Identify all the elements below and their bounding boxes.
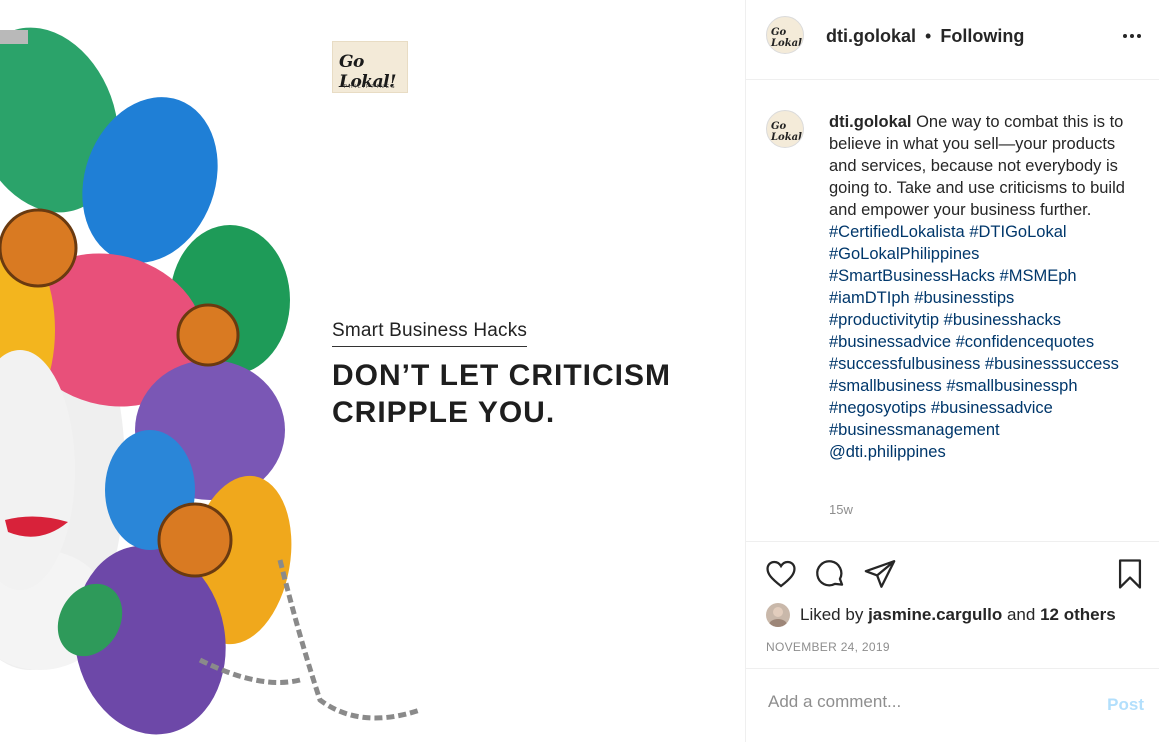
hashtag-link[interactable]: #productivitytip #businesshacks xyxy=(829,311,1061,329)
bookmark-icon[interactable] xyxy=(1113,557,1147,596)
liker-username-link[interactable]: jasmine.cargullo xyxy=(868,605,1002,624)
more-options-icon[interactable] xyxy=(1120,26,1144,46)
logo-subtext: PHILIPPINES xyxy=(343,84,397,90)
hashtag-line: @dti.philippines xyxy=(829,441,1129,463)
liked-by-label: Liked by xyxy=(800,605,864,624)
hashtag-list: #CertifiedLokalista #DTIGoLokal #GoLokalP… xyxy=(829,221,1129,463)
hashtag-line: #successfulbusiness #businesssuccess xyxy=(829,353,1129,375)
likes-text: Liked by jasmine.cargullo and 12 others xyxy=(800,605,1116,625)
post-header: Go Lokal! dti.golokal • Following xyxy=(746,0,1159,80)
separator-dot: • xyxy=(925,26,932,46)
avatar-logo-text: Go Lokal! xyxy=(771,27,804,49)
comment-icon[interactable] xyxy=(813,557,847,596)
avatar[interactable]: Go Lokal! xyxy=(766,110,804,148)
likes-summary: Liked by jasmine.cargullo and 12 others xyxy=(766,601,1146,629)
hashtag-link[interactable]: #businessadvice #confidencequotes xyxy=(829,333,1094,351)
hashtag-link[interactable]: #GoLokalPhilippines xyxy=(829,245,979,263)
post-headline-block: Smart Business Hacks DON’T LET CRITICISM… xyxy=(332,320,671,431)
action-bar xyxy=(746,555,1159,595)
go-lokal-logo: Go Lokal! PHILIPPINES xyxy=(332,41,408,93)
post-comment-button[interactable]: Post xyxy=(1107,695,1144,715)
liker-avatar[interactable] xyxy=(766,603,790,627)
hashtag-link[interactable]: #negosyotips #businessadvice xyxy=(829,399,1053,417)
post-image[interactable]: Go Lokal! PHILIPPINES Smart Business Hac… xyxy=(0,0,745,742)
caption-text: dti.golokal One way to combat this is to… xyxy=(829,111,1129,463)
hashtag-link[interactable]: #smallbusiness #smallbusinessph xyxy=(829,377,1078,395)
hashtag-line: #SmartBusinessHacks #MSMEph xyxy=(829,265,1129,287)
post-date[interactable]: NOVEMBER 24, 2019 xyxy=(766,640,890,654)
comment-input[interactable] xyxy=(766,691,1090,713)
hashtag-line: #negosyotips #businessadvice xyxy=(829,397,1129,419)
header-user: dti.golokal • Following xyxy=(826,26,1024,47)
post-side-panel: Go Lokal! dti.golokal • Following Go Lok… xyxy=(745,0,1159,742)
hashtag-line: #businessadvice #confidencequotes xyxy=(829,331,1129,353)
hashtag-line: #businessmanagement xyxy=(829,419,1129,441)
time-ago[interactable]: 15w xyxy=(829,502,853,517)
heart-icon[interactable] xyxy=(764,557,798,596)
caption-section: Go Lokal! dti.golokal One way to combat … xyxy=(746,80,1159,542)
following-button[interactable]: Following xyxy=(940,26,1024,46)
caption-username-link[interactable]: dti.golokal xyxy=(829,113,912,131)
likes-others-link[interactable]: 12 others xyxy=(1040,605,1116,624)
post-subtitle: Smart Business Hacks xyxy=(332,320,528,347)
headline-line: DON’T LET CRITICISM xyxy=(332,359,671,392)
comment-box: Post xyxy=(746,668,1159,742)
hashtag-link[interactable]: @dti.philippines xyxy=(829,443,946,461)
headline-line: CRIPPLE YOU. xyxy=(332,396,556,429)
hashtag-line: #GoLokalPhilippines xyxy=(829,243,1129,265)
post-headline: DON’T LET CRITICISM CRIPPLE YOU. xyxy=(332,357,671,431)
likes-and-label: and xyxy=(1006,605,1036,624)
hashtag-link[interactable]: #successfulbusiness #businesssuccess xyxy=(829,355,1119,373)
hashtag-line: #iamDTIph #businesstips xyxy=(829,287,1129,309)
hashtag-link[interactable]: #iamDTIph #businesstips xyxy=(829,289,1014,307)
hashtag-line: #smallbusiness #smallbusinessph xyxy=(829,375,1129,397)
share-icon[interactable] xyxy=(863,557,897,596)
avatar-logo-text: Go Lokal! xyxy=(771,121,804,143)
hashtag-link[interactable]: #businessmanagement xyxy=(829,421,1000,439)
hashtag-line: #CertifiedLokalista #DTIGoLokal xyxy=(829,221,1129,243)
username-link[interactable]: dti.golokal xyxy=(826,26,916,46)
hashtag-line: #productivitytip #businesshacks xyxy=(829,309,1129,331)
hashtag-link[interactable]: #CertifiedLokalista #DTIGoLokal xyxy=(829,223,1067,241)
hashtag-link[interactable]: #SmartBusinessHacks #MSMEph xyxy=(829,267,1077,285)
avatar[interactable]: Go Lokal! xyxy=(766,16,804,54)
